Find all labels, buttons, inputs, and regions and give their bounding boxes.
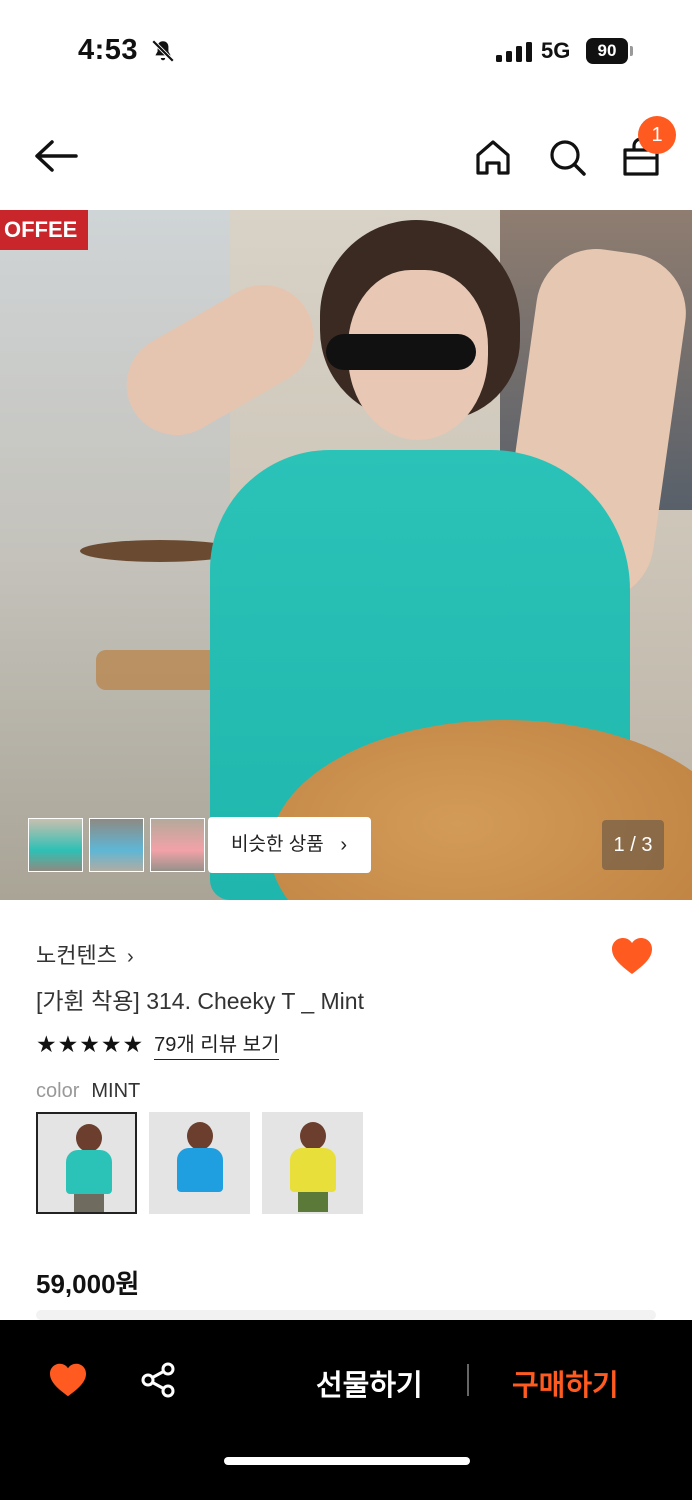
signal-icon — [496, 42, 532, 62]
chevron-right-icon: › — [340, 834, 347, 856]
related-thumbnail[interactable] — [89, 818, 144, 872]
status-time: 4:53 — [78, 34, 139, 66]
home-icon[interactable] — [472, 136, 514, 178]
swatch-skirt — [298, 1192, 328, 1212]
color-swatch-blue[interactable] — [149, 1112, 250, 1214]
buy-button[interactable]: 구매하기 — [512, 1362, 619, 1404]
heart-icon[interactable] — [48, 1362, 88, 1398]
star-rating-icon: ★★★★★ — [36, 1030, 145, 1057]
swatch-skirt — [74, 1194, 104, 1212]
swatch-figure — [300, 1122, 326, 1150]
swatch-shirt — [177, 1148, 223, 1192]
color-swatch-yellow[interactable] — [262, 1112, 363, 1214]
battery-icon: 90 — [586, 38, 628, 64]
brand-link[interactable]: 노컨텐츠 › — [36, 938, 134, 970]
color-swatches — [36, 1112, 363, 1214]
view-reviews-link[interactable]: 79개 리뷰 보기 — [154, 1028, 280, 1060]
selected-color: MINT — [91, 1080, 141, 1102]
section-divider — [36, 1310, 656, 1320]
swatch-figure — [76, 1124, 102, 1152]
swatch-figure — [187, 1122, 213, 1150]
bell-off-icon — [151, 39, 175, 63]
top-nav — [0, 110, 692, 206]
battery-tip — [630, 46, 633, 56]
gift-button[interactable]: 선물하기 — [316, 1362, 423, 1404]
hero-model-sunglasses — [326, 334, 476, 370]
heart-icon[interactable] — [610, 936, 654, 976]
swatch-shirt — [290, 1148, 336, 1192]
back-arrow-icon[interactable] — [32, 138, 80, 174]
home-indicator[interactable] — [224, 1457, 470, 1465]
chevron-right-icon: › — [126, 946, 134, 968]
product-price: 59,000원 — [36, 1269, 140, 1299]
product-title: [가휜 착용] 314. Cheeky T _ Mint — [36, 988, 364, 1014]
swatch-shirt — [66, 1150, 112, 1194]
color-swatch-mint[interactable] — [36, 1112, 137, 1214]
swatch-skirt — [185, 1192, 215, 1212]
product-image-carousel[interactable]: OFFEE — [0, 210, 692, 900]
rating-row: ★★★★★ 79개 리뷰 보기 — [36, 1028, 280, 1060]
hero-cafe-sign: OFFEE — [0, 210, 88, 250]
brand-name: 노컨텐츠 — [36, 943, 117, 968]
image-pager: 1 / 3 — [602, 820, 664, 870]
share-icon[interactable] — [140, 1362, 176, 1398]
network-type: 5G — [541, 38, 571, 63]
cart-count-badge: 1 — [638, 116, 676, 154]
color-row: color MINT — [36, 1080, 140, 1103]
similar-products-label: 비슷한 상품 — [231, 834, 324, 855]
bottom-action-bar: 선물하기 구매하기 — [0, 1320, 692, 1500]
similar-products-button[interactable]: 비슷한 상품 › — [208, 817, 371, 873]
divider — [467, 1364, 469, 1396]
related-thumbnail[interactable] — [28, 818, 83, 872]
related-thumbnail[interactable] — [150, 818, 205, 872]
color-label: color — [36, 1080, 80, 1102]
status-bar: 4:53 5G 90 — [0, 0, 692, 100]
search-icon[interactable] — [546, 136, 588, 178]
related-thumbnails — [28, 818, 205, 872]
